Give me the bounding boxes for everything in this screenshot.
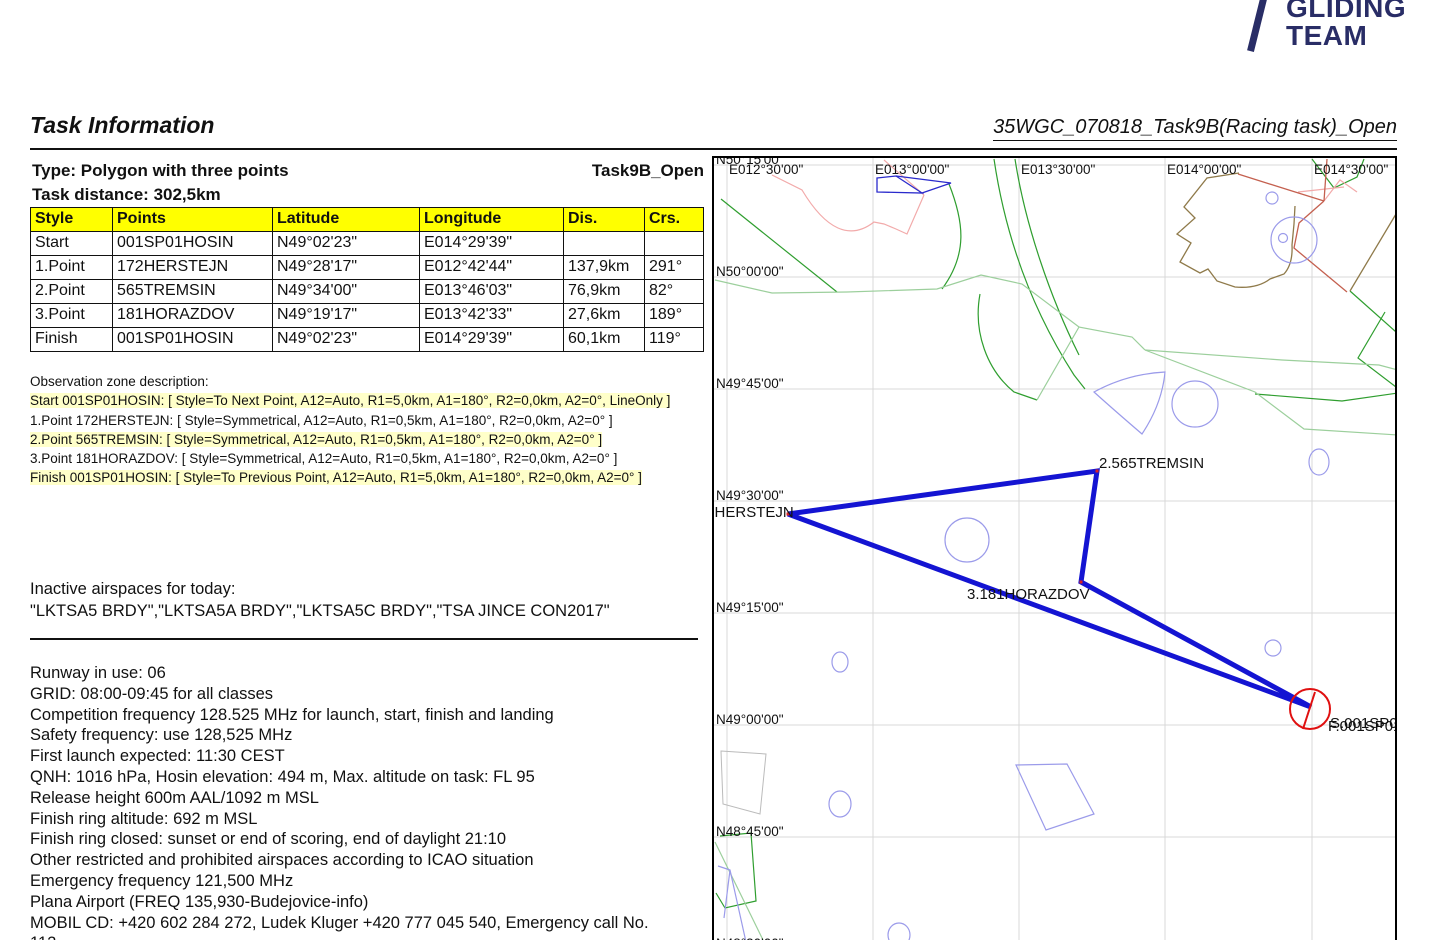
note-line: Release height 600m AAL/1092 m MSL	[30, 788, 649, 809]
note-line: Emergency frequency 121,500 MHz	[30, 871, 649, 892]
latitude-label: N49°00'00"	[716, 712, 784, 727]
latitude-label: N50°00'00"	[716, 264, 784, 279]
note-line: Runway in use: 06	[30, 663, 649, 684]
longitude-label: E014°00'00"	[1167, 162, 1241, 177]
table-row: 2.Point565TREMSINN49°34'00"E013°46'03"76…	[31, 280, 704, 304]
latitude-label: N50°15'00"	[716, 156, 784, 167]
column-header: Crs.	[645, 208, 704, 232]
task-map[interactable]: 2.565TREMSIN 3.181HORAZDOV 1.172HERSTEJN…	[712, 156, 1397, 940]
observation-line: 3.Point 181HORAZDOV: [ Style=Symmetrical…	[30, 451, 617, 466]
map-canvas	[714, 158, 1397, 940]
map-label-tremsin: 2.565TREMSIN	[1099, 455, 1204, 472]
latitude-label: N49°15'00"	[716, 600, 784, 615]
task-distance: Task distance: 302,5km	[32, 185, 221, 205]
note-line: Finish ring closed: sunset or end of sco…	[30, 829, 649, 850]
task-name: Task9B_Open	[32, 161, 704, 181]
briefing-notes: Runway in use: 06GRID: 08:00-09:45 for a…	[30, 663, 649, 940]
table-row: 1.Point172HERSTEJNN49°28'17"E012°42'44"1…	[31, 256, 704, 280]
inactive-airspaces-title: Inactive airspaces for today:	[30, 580, 235, 599]
note-line: First launch expected: 11:30 CEST	[30, 746, 649, 767]
latitude-label: N48°45'00"	[716, 824, 784, 839]
waypoint-table: StylePointsLatitudeLongitudeDis.Crs. Sta…	[30, 207, 704, 352]
page: GLIDING TEAM Task Information 35WGC_0708…	[0, 0, 1440, 940]
column-header: Longitude	[420, 208, 564, 232]
note-line: QNH: 1016 hPa, Hosin elevation: 494 m, M…	[30, 767, 649, 788]
inactive-airspaces-value: "LKTSA5 BRDY","LKTSA5A BRDY","LKTSA5C BR…	[30, 602, 610, 621]
table-row: 3.Point181HORAZDOVN49°19'17"E013°42'33"2…	[31, 304, 704, 328]
waypoint-dots	[787, 470, 1099, 584]
observation-line: Finish 001SP01HOSIN: [ Style=To Previous…	[30, 470, 642, 485]
latitude-label: N48°30'00"	[716, 936, 784, 940]
longitude-label: E013°00'00"	[875, 162, 949, 177]
column-header: Style	[31, 208, 113, 232]
section-divider	[30, 638, 698, 640]
observation-line: 2.Point 565TREMSIN: [ Style=Symmetrical,…	[30, 432, 602, 447]
longitude-label: E013°30'00"	[1021, 162, 1095, 177]
page-title: Task Information	[30, 112, 214, 139]
task-table-body: Start001SP01HOSINN49°02'23"E014°29'39"1.…	[31, 232, 704, 352]
map-label-finish: F.001SP01HOSIN	[1328, 718, 1397, 735]
logo-slash-icon	[1247, 0, 1268, 52]
document-title: 35WGC_070818_Task9B(Racing task)_Open	[993, 116, 1397, 141]
latitude-label: N49°45'00"	[716, 376, 784, 391]
note-line: GRID: 08:00-09:45 for all classes	[30, 684, 649, 705]
observation-line: Start 001SP01HOSIN: [ Style=To Next Poin…	[30, 393, 670, 408]
airspace-outlines	[715, 159, 1397, 940]
column-header: Dis.	[564, 208, 645, 232]
note-line: MOBIL CD: +420 602 284 272, Ludek Kluger…	[30, 913, 649, 934]
column-header: Latitude	[273, 208, 420, 232]
table-row: Start001SP01HOSINN49°02'23"E014°29'39"	[31, 232, 704, 256]
column-header: Points	[113, 208, 273, 232]
note-line: Other restricted and prohibited airspace…	[30, 850, 649, 871]
table-header-row: StylePointsLatitudeLongitudeDis.Crs.	[31, 208, 704, 232]
header-rule	[30, 148, 1397, 150]
observation-zone-block: Observation zone description: Start 001S…	[30, 372, 670, 488]
map-label-herstejn: 1.172HERSTEJN	[712, 504, 794, 521]
note-line: Finish ring altitude: 692 m MSL	[30, 809, 649, 830]
observation-line: 1.Point 172HERSTEJN: [ Style=Symmetrical…	[30, 413, 613, 428]
finish-ring	[1290, 689, 1330, 729]
latitude-label: N49°30'00"	[716, 488, 784, 503]
note-line: Plana Airport (FREQ 135,930-Budejovice-i…	[30, 892, 649, 913]
logo-line2: TEAM	[1286, 20, 1367, 52]
note-line: Safety frequency: use 128,525 MHz	[30, 725, 649, 746]
longitude-label: E014°30'00"	[1314, 162, 1388, 177]
note-line: 112	[30, 933, 649, 940]
observation-title: Observation zone description:	[30, 372, 670, 391]
map-label-horazdov: 3.181HORAZDOV	[967, 586, 1090, 603]
note-line: Competition frequency 128.525 MHz for la…	[30, 705, 649, 726]
table-row: Finish001SP01HOSINN49°02'23"E014°29'39"6…	[31, 328, 704, 352]
